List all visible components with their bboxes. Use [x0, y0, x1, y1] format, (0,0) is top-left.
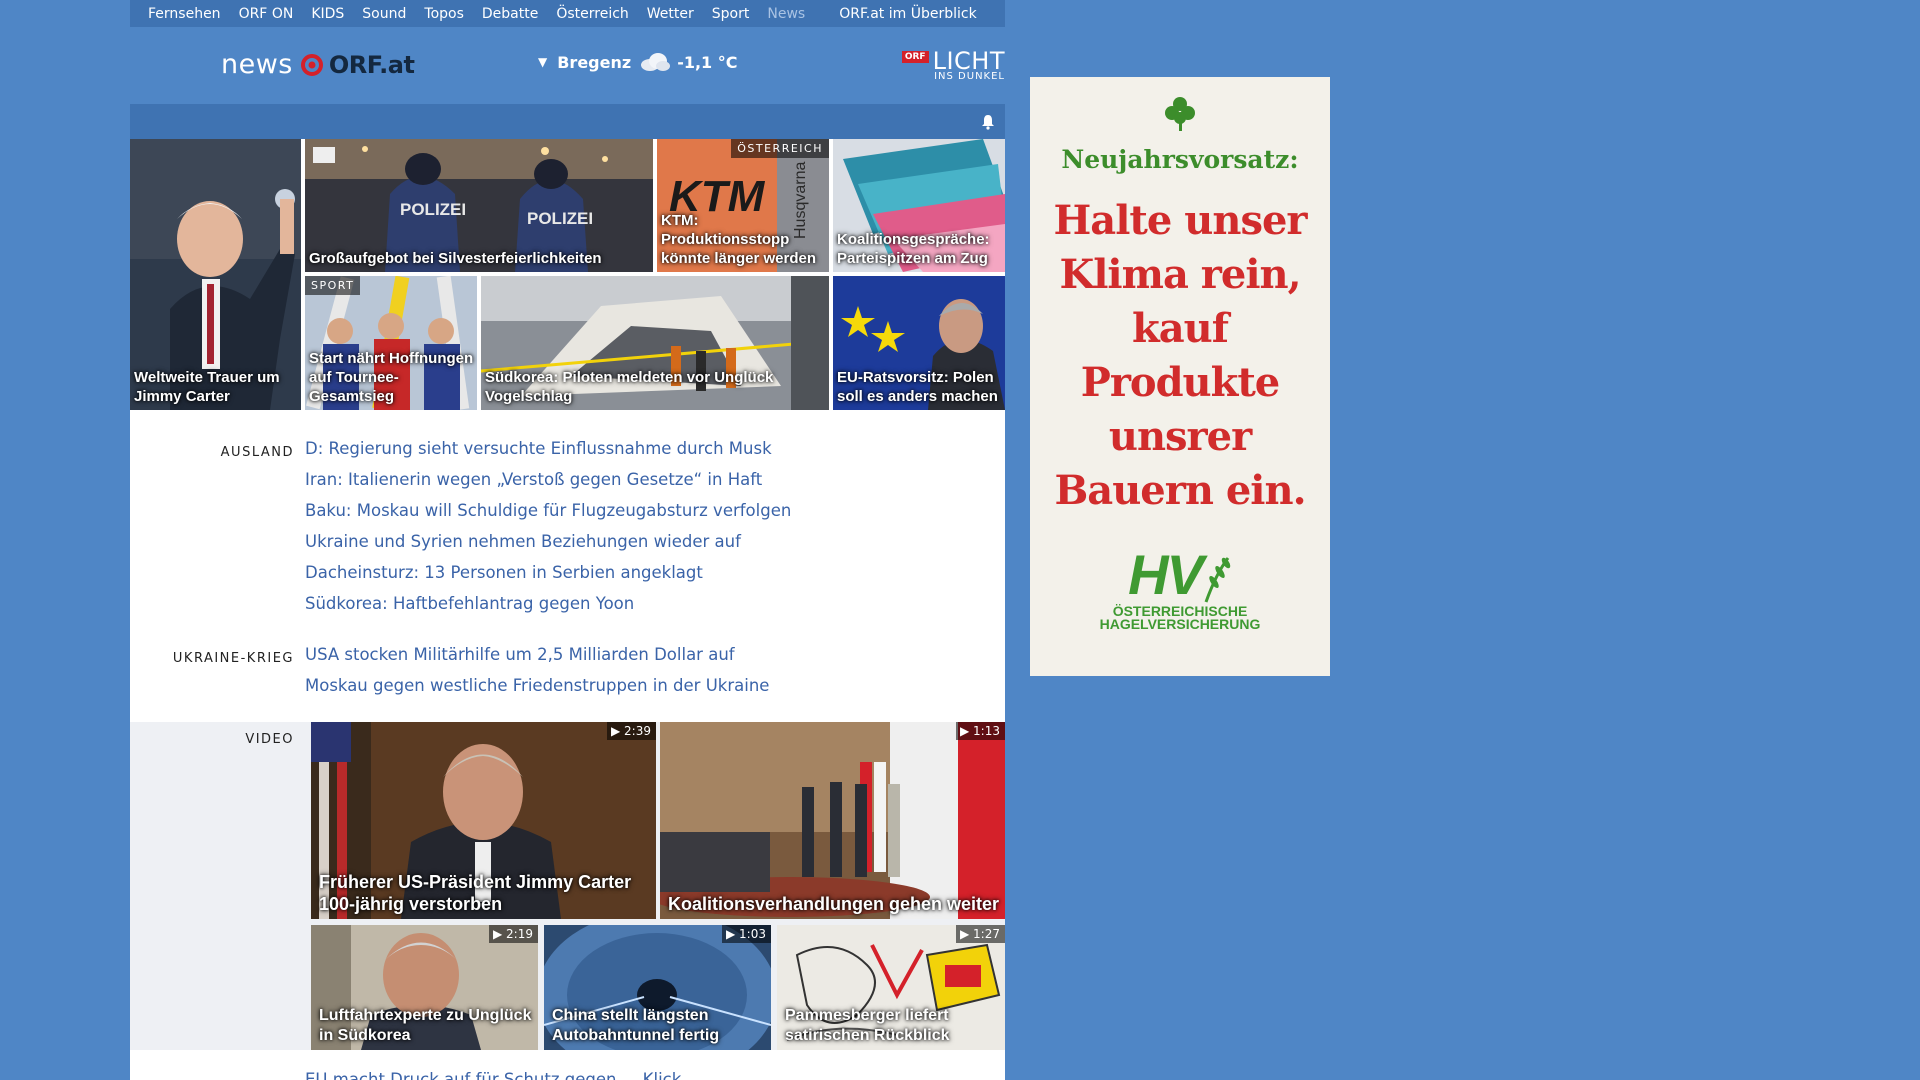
- news-link[interactable]: EU macht Druck auf für Schutz gegen ... …: [305, 1070, 681, 1080]
- news-link[interactable]: D: Regierung sieht versuchte Einflussnah…: [305, 439, 791, 470]
- nav-oesterreich[interactable]: Österreich: [556, 6, 628, 22]
- svg-text:POLIZEI: POLIZEI: [400, 200, 466, 219]
- orf-eye-icon: [300, 53, 323, 76]
- video-duration: ▶ 1:03: [721, 925, 771, 943]
- nav-sound[interactable]: Sound: [362, 6, 406, 22]
- video-tile-pammesberger[interactable]: ▶ 1:27 Pammesberger liefert satirischen …: [777, 925, 1005, 1050]
- news-link[interactable]: Ukraine und Syrien nehmen Beziehungen wi…: [305, 532, 791, 563]
- wheat-icon: [1204, 557, 1231, 603]
- tile-caption: Großaufgebot bei Silvesterfeierlichkeite…: [309, 250, 602, 267]
- story-tile-ktm[interactable]: KTM Husqvarna ÖSTERREICH KTM: Produktion…: [657, 139, 829, 272]
- play-icon: ▶: [610, 724, 621, 738]
- story-tile-carter[interactable]: Weltweite Trauer um Jimmy Carter: [130, 139, 301, 410]
- tile-caption: EU-Ratsvorsitz: Polen soll es anders mac…: [837, 369, 998, 405]
- video-duration: ▶ 1:13: [955, 722, 1005, 740]
- cloud-icon: [641, 53, 671, 71]
- ad-brand-logo: HV: [1030, 542, 1330, 607]
- video-duration: ▶ 2:19: [488, 925, 538, 943]
- nav-orf-on[interactable]: ORF ON: [239, 6, 294, 22]
- video-tile-carter[interactable]: ▶ 2:39 Früherer US-Präsident Jimmy Carte…: [311, 722, 656, 919]
- nav-news[interactable]: News: [767, 6, 805, 22]
- weather-city: Bregenz: [557, 52, 632, 72]
- tile-caption: Start nährt Hoffnungen auf Tournee-Gesam…: [309, 350, 474, 405]
- video-caption: Koalitionsverhandlungen gehen weiter: [668, 894, 1000, 914]
- play-icon: ▶: [492, 927, 503, 941]
- top-navigation: Fernsehen ORF ON KIDS Sound Topos Debatt…: [130, 0, 1005, 27]
- story-tile-suedkorea[interactable]: Südkorea: Piloten meldeten vor Unglück V…: [481, 276, 829, 410]
- news-link[interactable]: Südkorea: Haftbefehlantrag gegen Yoon: [305, 594, 791, 625]
- video-duration: ▶ 1:27: [955, 925, 1005, 943]
- tile-caption: KTM: Produktionsstopp könnte länger werd…: [661, 212, 817, 267]
- video-caption: Luftfahrtexperte zu Unglück in Südkorea: [319, 1007, 532, 1044]
- ad-brand: HV: [1128, 543, 1204, 606]
- logo-orf-text: ORF.at: [328, 50, 415, 79]
- video-caption: Früherer US-Präsident Jimmy Carter 100-j…: [319, 872, 632, 914]
- news-link[interactable]: Moskau gegen westliche Friedenstruppen i…: [305, 676, 769, 707]
- ad-body: Halte unser Klima rein, kauf Produkte un…: [1053, 197, 1308, 514]
- story-tile-skisprung[interactable]: SPORT Start nährt Hoffnungen auf Tournee…: [305, 276, 477, 410]
- weather-widget[interactable]: ▼ Bregenz -1,1 °C: [538, 52, 737, 72]
- nav-wetter[interactable]: Wetter: [647, 6, 694, 22]
- press-conference-thumbnail: [660, 722, 1005, 919]
- news-link[interactable]: Dacheinsturz: 13 Personen in Serbien ang…: [305, 563, 791, 594]
- story-tile-polizei[interactable]: POLIZEI POLIZEI Großaufgebot bei Silvest…: [305, 139, 653, 272]
- section-label-video: VIDEO: [245, 732, 294, 747]
- video-tile-tunnel[interactable]: ▶ 1:03 China stellt längsten Autobahntun…: [544, 925, 771, 1050]
- play-icon: ▶: [959, 927, 970, 941]
- licht-ins-dunkel-logo[interactable]: ORF LICHT INS DUNKEL: [901, 47, 1005, 82]
- shamrock-icon: [1165, 97, 1195, 131]
- tile-caption: Koalitionsgespräche: Parteispitzen am Zu…: [837, 231, 990, 267]
- play-icon: ▶: [959, 724, 970, 738]
- notification-bar: [130, 104, 1005, 139]
- nav-fernsehen[interactable]: Fernsehen: [148, 6, 221, 22]
- video-caption: Pammesberger liefert satirischen Rückbli…: [785, 1007, 950, 1044]
- section-video: VIDEO ▶ 2:39 Früherer US-Präsident Jimmy…: [130, 722, 1005, 1050]
- news-link[interactable]: Iran: Italienerin wegen „Verstoß gegen G…: [305, 470, 791, 501]
- dropdown-triangle-icon: ▼: [538, 55, 548, 69]
- ad-brand-sub-2: HAGELVERSICHERUNG: [1099, 616, 1261, 632]
- section-label-ausland: AUSLAND: [220, 445, 294, 460]
- main-content: Weltweite Trauer um Jimmy Carter POLIZEI…: [130, 104, 1005, 1080]
- nav-kids[interactable]: KIDS: [311, 6, 344, 22]
- news-link[interactable]: USA stocken Militärhilfe um 2,5 Milliard…: [305, 645, 769, 676]
- video-duration: ▶ 2:39: [606, 722, 656, 740]
- nav-topos[interactable]: Topos: [424, 6, 463, 22]
- site-header: news ORF.at ▼ Bregenz -1,1 °C ORF LICHT I…: [130, 27, 1005, 103]
- video-caption: China stellt längsten Autobahntunnel fer…: [552, 1007, 720, 1044]
- partial-next-link-wrap: EU macht Druck auf für Schutz gegen ... …: [305, 1070, 681, 1080]
- ausland-link-list: D: Regierung sieht versuchte Einflussnah…: [305, 439, 791, 625]
- video-tile-koalition[interactable]: ▶ 1:13 Koalitionsverhandlungen gehen wei…: [660, 722, 1005, 919]
- news-orf-logo[interactable]: news ORF.at: [221, 49, 415, 80]
- play-icon: ▶: [725, 927, 736, 941]
- svg-text:POLIZEI: POLIZEI: [527, 209, 593, 228]
- tile-caption: Südkorea: Piloten meldeten vor Unglück V…: [485, 369, 774, 405]
- video-tile-luftfahrt[interactable]: ▶ 2:19 Luftfahrtexperte zu Unglück in Sü…: [311, 925, 538, 1050]
- ad-headline: Neujahrsvorsatz:: [1061, 145, 1299, 174]
- tile-caption: Weltweite Trauer um Jimmy Carter: [134, 369, 280, 405]
- ad-banner[interactable]: Neujahrsvorsatz: Halte unser Klima rein,…: [1030, 77, 1330, 676]
- news-link[interactable]: Baku: Moskau will Schuldige für Flugzeug…: [305, 501, 791, 532]
- nav-debatte[interactable]: Debatte: [482, 6, 538, 22]
- story-tile-eu[interactable]: EU-Ratsvorsitz: Polen soll es anders mac…: [833, 276, 1005, 410]
- orf-badge: ORF: [901, 51, 929, 63]
- story-tile-koalition[interactable]: Koalitionsgespräche: Parteispitzen am Zu…: [833, 139, 1005, 272]
- logo-news-text: news: [221, 49, 293, 80]
- weather-temperature: -1,1 °C: [677, 52, 738, 72]
- category-tag: SPORT: [305, 276, 361, 295]
- nav-sport[interactable]: Sport: [712, 6, 750, 22]
- section-label-ukraine: UKRAINE-KRIEG: [172, 651, 294, 666]
- ukraine-link-list: USA stocken Militärhilfe um 2,5 Milliard…: [305, 645, 769, 707]
- category-tag: ÖSTERREICH: [731, 139, 829, 158]
- nav-orf-overview[interactable]: ORF.at im Überblick: [839, 6, 976, 22]
- bell-icon[interactable]: [981, 114, 995, 130]
